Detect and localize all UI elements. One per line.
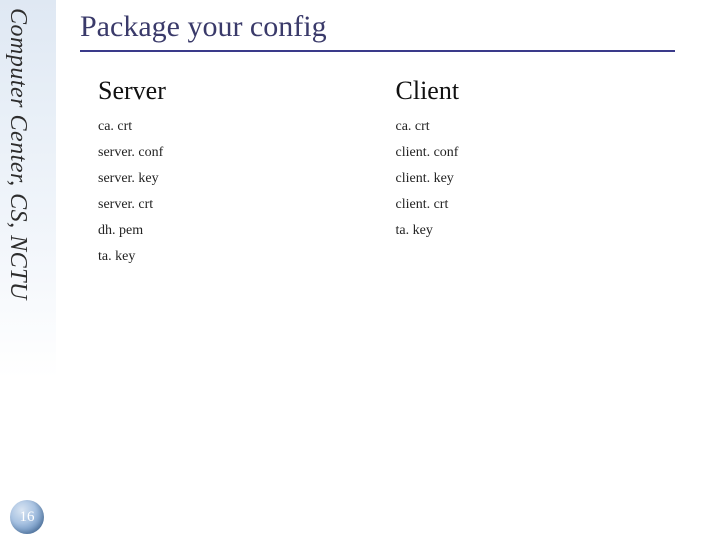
page-number-badge: 16 bbox=[10, 500, 44, 534]
server-column: Server ca. crt server. conf server. key … bbox=[98, 76, 396, 270]
list-item: dh. pem bbox=[98, 218, 396, 244]
list-item: ta. key bbox=[98, 244, 396, 270]
client-column: Client ca. crt client. conf client. key … bbox=[396, 76, 694, 270]
page-number: 16 bbox=[20, 509, 35, 526]
list-item: server. key bbox=[98, 166, 396, 192]
client-heading: Client bbox=[396, 76, 694, 106]
slide-title: Package your config bbox=[80, 10, 700, 44]
list-item: server. conf bbox=[98, 140, 396, 166]
list-item: client. crt bbox=[396, 192, 694, 218]
list-item: client. key bbox=[396, 166, 694, 192]
list-item: ta. key bbox=[396, 218, 694, 244]
slide-content: Package your config Server ca. crt serve… bbox=[80, 10, 700, 270]
list-item: client. conf bbox=[396, 140, 694, 166]
file-columns: Server ca. crt server. conf server. key … bbox=[98, 76, 693, 270]
list-item: ca. crt bbox=[98, 114, 396, 140]
list-item: ca. crt bbox=[396, 114, 694, 140]
server-heading: Server bbox=[98, 76, 396, 106]
list-item: server. crt bbox=[98, 192, 396, 218]
org-vertical-label: Computer Center, CS, NCTU bbox=[4, 8, 31, 300]
title-underline bbox=[80, 50, 675, 52]
